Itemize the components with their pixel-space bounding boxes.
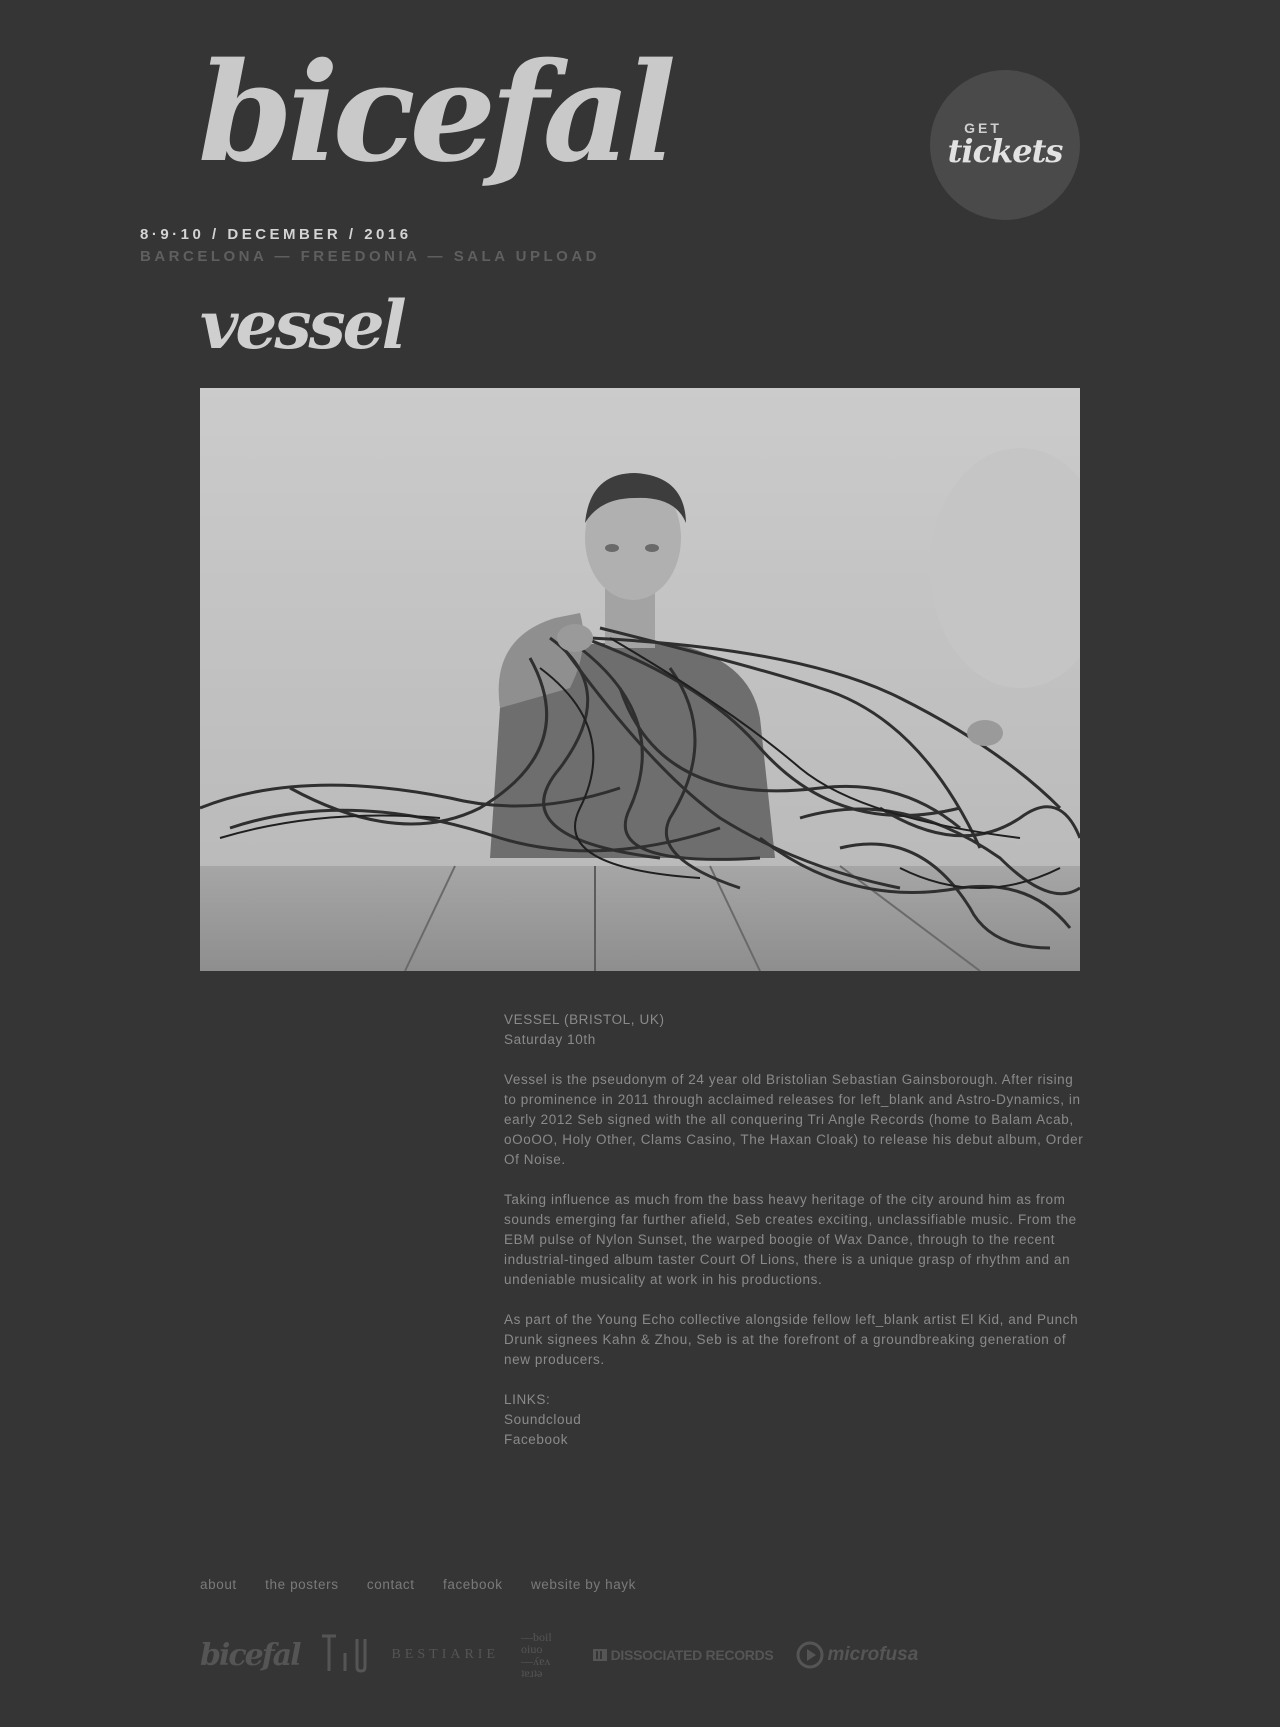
links-label: LINKS: [504,1392,551,1407]
footer-facebook-link[interactable]: facebook [443,1577,503,1592]
dissociated-records-icon [593,1649,608,1661]
artist-bio: VESSEL (BRISTOL, UK) Saturday 10th Vesse… [504,1010,1084,1450]
footer-credit-link[interactable]: website by hayk [531,1577,636,1592]
artist-title: vessel [200,286,407,364]
soundcloud-link[interactable]: Soundcloud [504,1410,1084,1430]
microfusa-label: microfusa [827,1644,919,1665]
get-tickets-button[interactable]: GET tickets [930,70,1080,220]
artist-photo [200,388,1080,971]
footer-posters-link[interactable]: the posters [265,1577,338,1592]
dissociated-label: DISSOCIATED RECORDS [610,1647,774,1663]
site-logo[interactable]: bicefal [198,45,676,181]
facebook-link[interactable]: Facebook [504,1430,1084,1450]
partner-bestiarie-logo[interactable]: BESTIARIE [391,1647,499,1663]
bio-paragraph-3: As part of the Young Echo collective alo… [504,1312,1079,1367]
poil-line-4: ʇɐɹʇǝ [521,1666,543,1680]
festival-dates: 8·9·10 / DECEMBER / 2016 [140,226,412,243]
bio-paragraph-2: Taking influence as much from the bass h… [504,1192,1077,1287]
microfusa-play-icon [796,1641,824,1669]
tickets-word-label: tickets [947,132,1064,170]
bio-paragraph-1: Vessel is the pseudonym of 24 year old B… [504,1072,1084,1167]
artist-photo-illustration [200,388,1080,971]
partner-dissociated-logo[interactable]: DISSOCIATED RECORDS [593,1647,774,1663]
footer-contact-link[interactable]: contact [367,1577,415,1592]
festival-venue: BARCELONA — FREEDONIA — SALA UPLOAD [140,248,600,265]
partner-bicefal-logo[interactable]: bicefal [200,1638,301,1673]
partner-microfusa-logo[interactable]: microfusa [795,1640,918,1670]
artist-day: Saturday 10th [504,1032,596,1047]
artist-heading: VESSEL (BRISTOL, UK) [504,1012,665,1027]
footer-nav: about the posters contact facebook websi… [200,1577,660,1592]
tri-angle-logo-icon[interactable] [321,1633,369,1677]
partner-poil-logo[interactable]: —boil oiuo —ʎɐʌ ʇɐɹʇǝ [521,1631,571,1679]
footer-about-link[interactable]: about [200,1577,237,1592]
partner-logos: bicefal BESTIARIE —boil oiuo —ʎɐʌ ʇɐɹʇǝ … [200,1625,918,1685]
